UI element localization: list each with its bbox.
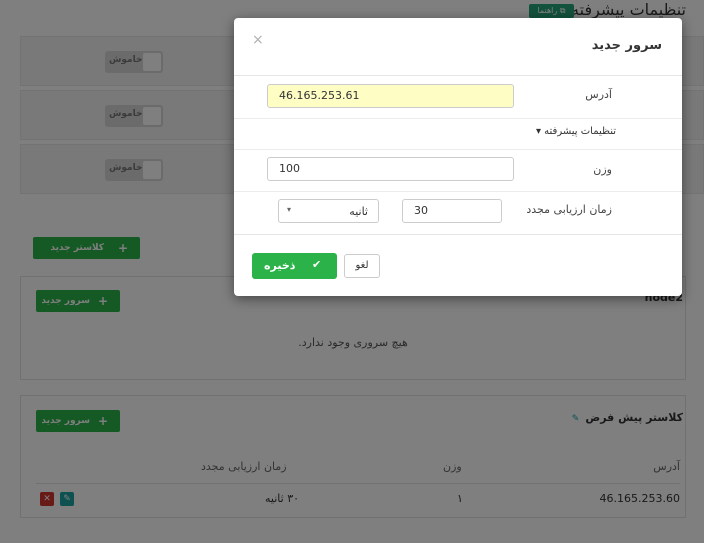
- new-server-modal: سرور جدید × آدرس 46.165.253.61 تنظیمات پ…: [234, 18, 682, 296]
- save-label: ذخیره: [264, 259, 296, 272]
- weight-field[interactable]: 100: [267, 157, 514, 181]
- recheck-unit-select[interactable]: ثانیه ▾: [278, 199, 379, 223]
- advanced-settings-label: تنظیمات پیشرفته: [544, 126, 616, 137]
- weight-label: وزن: [593, 163, 612, 176]
- close-icon[interactable]: ×: [252, 32, 264, 48]
- chevron-down-icon: ▾: [287, 205, 292, 214]
- check-icon: ✔: [312, 258, 322, 271]
- caret-down-icon: ▾: [535, 126, 541, 137]
- address-row: آدرس 46.165.253.61: [234, 75, 682, 119]
- advanced-settings-toggle[interactable]: تنظیمات پیشرفته ▾: [536, 126, 616, 137]
- modal-title: سرور جدید: [591, 38, 662, 53]
- recheck-label: زمان ارزیابی مجدد: [526, 203, 612, 216]
- recheck-value-field[interactable]: 30: [402, 199, 502, 223]
- address-field[interactable]: 46.165.253.61: [267, 84, 514, 108]
- address-label: آدرس: [585, 88, 612, 101]
- modal-header: سرور جدید ×: [234, 18, 682, 76]
- recheck-unit-value: ثانیه: [349, 205, 368, 218]
- recheck-row: زمان ارزیابی مجدد 30 ثانیه ▾: [234, 191, 682, 234]
- cancel-button[interactable]: لغو: [344, 254, 380, 278]
- modal-footer: ذخیره ✔ لغو: [234, 234, 682, 297]
- weight-row: وزن 100: [234, 149, 682, 192]
- save-button[interactable]: ذخیره ✔: [252, 253, 337, 279]
